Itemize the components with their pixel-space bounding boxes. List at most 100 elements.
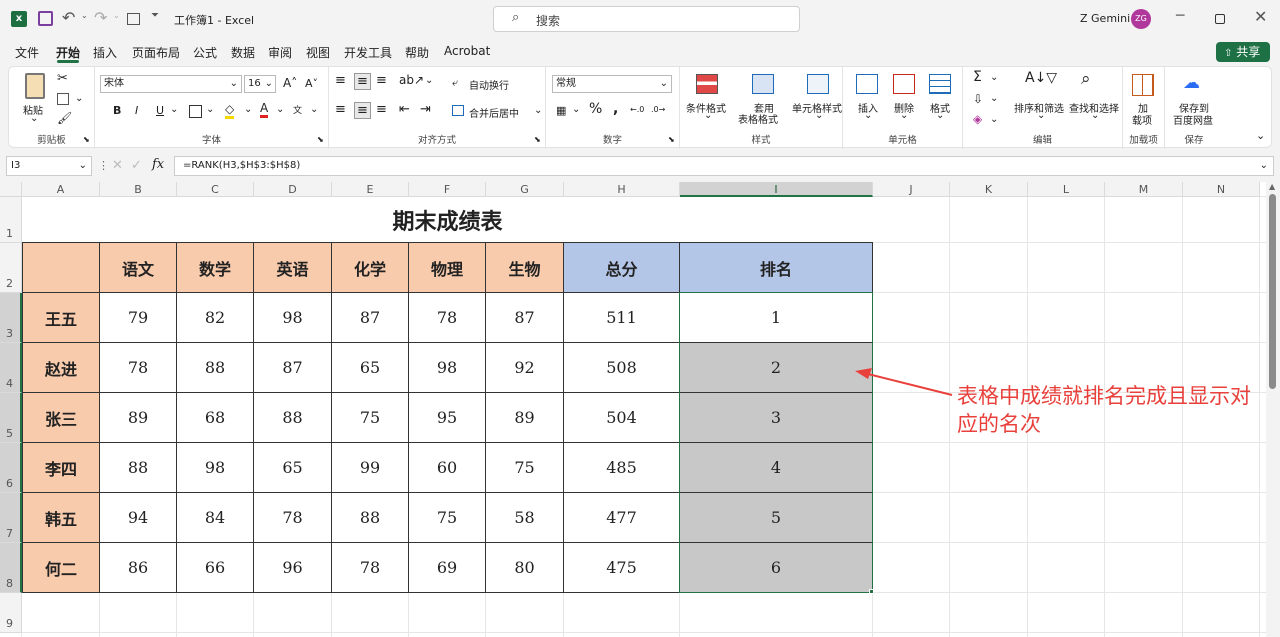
- student-name-cell[interactable]: 王五: [22, 293, 100, 343]
- rank-cell[interactable]: 3: [680, 393, 873, 443]
- clear-dropdown-icon[interactable]: ⌄: [990, 114, 998, 125]
- row-header-9[interactable]: 9: [0, 593, 22, 633]
- rank-cell[interactable]: 1: [680, 293, 873, 343]
- format-painter-icon[interactable]: 🖌: [57, 111, 72, 125]
- orientation-dropdown-icon[interactable]: ⌄: [425, 75, 433, 86]
- table-cell[interactable]: 78: [409, 293, 486, 343]
- delete-dropdown-icon[interactable]: ⌄: [900, 110, 908, 121]
- tab-review[interactable]: 审阅: [268, 44, 292, 61]
- row-header-1[interactable]: 1: [0, 197, 22, 243]
- tab-data[interactable]: 数据: [231, 44, 255, 61]
- insert-dropdown-icon[interactable]: ⌄: [864, 110, 872, 121]
- table-cell[interactable]: 78: [100, 343, 177, 393]
- student-name-cell[interactable]: 李四: [22, 443, 100, 493]
- format-cells-icon[interactable]: [929, 74, 951, 94]
- align-middle-icon[interactable]: ≡: [354, 73, 371, 90]
- avatar[interactable]: ZG: [1131, 9, 1151, 29]
- table-header-cell[interactable]: 生物: [486, 243, 564, 293]
- column-header-e[interactable]: E: [332, 182, 409, 197]
- column-header-i[interactable]: I: [680, 182, 873, 197]
- font-size-select[interactable]: 16 ⌄: [244, 75, 276, 93]
- scrollbar-thumb[interactable]: [1269, 194, 1276, 389]
- autosum-dropdown-icon[interactable]: ⌄: [990, 72, 998, 83]
- accounting-format-icon[interactable]: ▦: [556, 104, 566, 117]
- table-cell[interactable]: 87: [254, 343, 332, 393]
- autosum-icon[interactable]: Σ: [973, 69, 982, 85]
- search-box[interactable]: ⌕ 搜索: [493, 6, 800, 32]
- column-header-b[interactable]: B: [100, 182, 177, 197]
- tab-help[interactable]: 帮助: [405, 44, 429, 61]
- paste-dropdown-icon[interactable]: ⌄: [30, 113, 38, 124]
- table-cell[interactable]: 68: [177, 393, 254, 443]
- student-name-cell[interactable]: 张三: [22, 393, 100, 443]
- column-header-k[interactable]: K: [950, 182, 1028, 197]
- column-header-g[interactable]: G: [486, 182, 564, 197]
- user-name[interactable]: Z Gemini: [1080, 12, 1130, 25]
- clear-icon[interactable]: ◈: [973, 112, 982, 126]
- paste-icon[interactable]: [25, 73, 45, 99]
- table-header-cell[interactable]: 语文: [100, 243, 177, 293]
- table-cell[interactable]: 88: [100, 443, 177, 493]
- align-bottom-icon[interactable]: ≡: [376, 73, 387, 88]
- column-header-l[interactable]: L: [1028, 182, 1105, 197]
- delete-cells-icon[interactable]: [893, 74, 915, 94]
- decrease-font-icon[interactable]: A˅: [305, 77, 318, 90]
- column-header-h[interactable]: H: [564, 182, 680, 197]
- table-cell[interactable]: 88: [254, 393, 332, 443]
- row-header-2[interactable]: 2: [0, 243, 22, 293]
- redo-icon[interactable]: ↷: [94, 8, 107, 27]
- table-cell[interactable]: 94: [100, 493, 177, 543]
- table-cell[interactable]: 98: [409, 343, 486, 393]
- table-cell[interactable]: 95: [409, 393, 486, 443]
- conditional-format-icon[interactable]: [696, 74, 718, 94]
- customize-qat-icon[interactable]: ⏷: [151, 10, 159, 21]
- row-header-5[interactable]: 5: [0, 393, 22, 443]
- table-cell[interactable]: 88: [177, 343, 254, 393]
- restore-icon[interactable]: [1215, 14, 1225, 24]
- formula-input[interactable]: =RANK(H3,$H$3:$H$8) ⌄: [174, 156, 1274, 176]
- decrease-indent-icon[interactable]: ⇤: [399, 102, 410, 117]
- cellstyle-dropdown-icon[interactable]: ⌄: [815, 110, 823, 121]
- column-header-n[interactable]: N: [1183, 182, 1260, 197]
- undo-icon[interactable]: ↶: [62, 8, 75, 27]
- copy-icon[interactable]: [57, 93, 69, 105]
- borders-icon[interactable]: [189, 105, 202, 118]
- save-icon[interactable]: [38, 11, 53, 26]
- table-cell[interactable]: 75: [409, 493, 486, 543]
- table-cell[interactable]: 92: [486, 343, 564, 393]
- table-cell[interactable]: 89: [486, 393, 564, 443]
- table-cell[interactable]: 98: [177, 443, 254, 493]
- baidu-cloud-icon[interactable]: ☁: [1183, 73, 1200, 93]
- column-header-f[interactable]: F: [409, 182, 486, 197]
- orientation-icon[interactable]: ab↗: [399, 73, 424, 87]
- tab-formulas[interactable]: 公式: [193, 44, 217, 61]
- table-cell[interactable]: 65: [332, 343, 409, 393]
- table-header-cell[interactable]: [22, 243, 100, 293]
- rank-cell[interactable]: 2: [680, 343, 873, 393]
- table-cell[interactable]: 508: [564, 343, 680, 393]
- align-right-icon[interactable]: ≡: [376, 102, 387, 117]
- cond-dropdown-icon[interactable]: ⌄: [704, 110, 712, 121]
- tab-home[interactable]: 开始: [56, 44, 80, 61]
- addins-icon[interactable]: [1132, 74, 1154, 96]
- table-cell[interactable]: 58: [486, 493, 564, 543]
- decrease-decimal-icon[interactable]: .0→: [651, 105, 665, 114]
- student-name-cell[interactable]: 何二: [22, 543, 100, 593]
- comma-style-icon[interactable]: ,: [613, 101, 618, 117]
- findselect-dropdown-icon[interactable]: ⌄: [1091, 110, 1099, 121]
- rank-cell[interactable]: 5: [680, 493, 873, 543]
- table-header-cell[interactable]: 数学: [177, 243, 254, 293]
- rank-cell[interactable]: 4: [680, 443, 873, 493]
- italic-button[interactable]: I: [135, 104, 138, 117]
- align-top-icon[interactable]: ≡: [335, 73, 346, 88]
- table-header-cell[interactable]: 总分: [564, 243, 680, 293]
- table-cell[interactable]: 80: [486, 543, 564, 593]
- format-dropdown-icon[interactable]: ⌄: [936, 110, 944, 121]
- table-cell[interactable]: 78: [332, 543, 409, 593]
- table-cell[interactable]: 99: [332, 443, 409, 493]
- align-left-icon[interactable]: ≡: [335, 102, 346, 117]
- rank-cell[interactable]: 6: [680, 543, 873, 593]
- table-cell[interactable]: 96: [254, 543, 332, 593]
- tab-page-layout[interactable]: 页面布局: [132, 44, 180, 61]
- increase-font-icon[interactable]: A˄: [283, 76, 297, 90]
